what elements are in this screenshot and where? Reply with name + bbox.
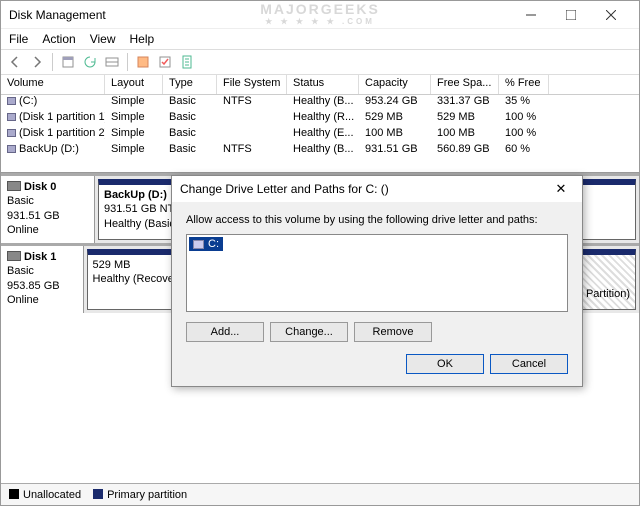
refresh-icon[interactable] <box>80 52 100 72</box>
drive-letter-listbox[interactable]: C: <box>186 234 568 312</box>
legend: Unallocated Primary partition <box>1 483 639 505</box>
col-layout[interactable]: Layout <box>105 75 163 94</box>
col-capacity[interactable]: Capacity <box>359 75 431 94</box>
ok-button[interactable]: OK <box>406 354 484 374</box>
col-type[interactable]: Type <box>163 75 217 94</box>
toolbar-icon-6[interactable] <box>177 52 197 72</box>
volume-row[interactable]: (C:)SimpleBasicNTFSHealthy (B...953.24 G… <box>1 95 639 111</box>
legend-unallocated: Unallocated <box>9 489 81 501</box>
dialog-title: Change Drive Letter and Paths for C: () <box>180 182 548 196</box>
legend-primary: Primary partition <box>93 489 187 501</box>
volume-row[interactable]: (Disk 1 partition 1)SimpleBasicHealthy (… <box>1 111 639 127</box>
toolbar-icon-3[interactable] <box>102 52 122 72</box>
cancel-button[interactable]: Cancel <box>490 354 568 374</box>
dialog-message: Allow access to this volume by using the… <box>186 214 568 226</box>
dialog-close-icon[interactable]: ✕ <box>548 181 574 197</box>
change-button[interactable]: Change... <box>270 322 348 342</box>
col-status[interactable]: Status <box>287 75 359 94</box>
close-button[interactable] <box>591 1 631 29</box>
menubar: File Action View Help <box>1 29 639 49</box>
drive-icon <box>193 240 204 249</box>
menu-view[interactable]: View <box>90 32 116 46</box>
window-title: Disk Management <box>9 8 511 22</box>
toolbar-icon-4[interactable] <box>133 52 153 72</box>
volume-header: Volume Layout Type File System Status Ca… <box>1 75 639 95</box>
col-volume[interactable]: Volume <box>1 75 105 94</box>
minimize-button[interactable] <box>511 1 551 29</box>
checkbox-icon[interactable] <box>155 52 175 72</box>
remove-button[interactable]: Remove <box>354 322 432 342</box>
col-freespace[interactable]: Free Spa... <box>431 75 499 94</box>
menu-help[interactable]: Help <box>130 32 155 46</box>
menu-action[interactable]: Action <box>42 32 75 46</box>
toolbar-icon-1[interactable] <box>58 52 78 72</box>
maximize-button[interactable] <box>551 1 591 29</box>
disk-info[interactable]: Disk 1Basic953.85 GBOnline <box>1 246 84 313</box>
add-button[interactable]: Add... <box>186 322 264 342</box>
menu-file[interactable]: File <box>9 32 28 46</box>
titlebar: Disk Management <box>1 1 639 29</box>
disk-info[interactable]: Disk 0Basic931.51 GBOnline <box>1 176 95 243</box>
change-drive-letter-dialog: Change Drive Letter and Paths for C: () … <box>171 175 583 387</box>
forward-icon[interactable] <box>27 52 47 72</box>
dialog-titlebar: Change Drive Letter and Paths for C: () … <box>172 176 582 202</box>
drive-letter-item[interactable]: C: <box>189 237 223 251</box>
toolbar <box>1 49 639 75</box>
back-icon[interactable] <box>5 52 25 72</box>
volume-list: Volume Layout Type File System Status Ca… <box>1 75 639 173</box>
col-filesystem[interactable]: File System <box>217 75 287 94</box>
volume-row[interactable]: BackUp (D:)SimpleBasicNTFSHealthy (B...9… <box>1 143 639 159</box>
volume-row[interactable]: (Disk 1 partition 2)SimpleBasicHealthy (… <box>1 127 639 143</box>
col-pctfree[interactable]: % Free <box>499 75 549 94</box>
